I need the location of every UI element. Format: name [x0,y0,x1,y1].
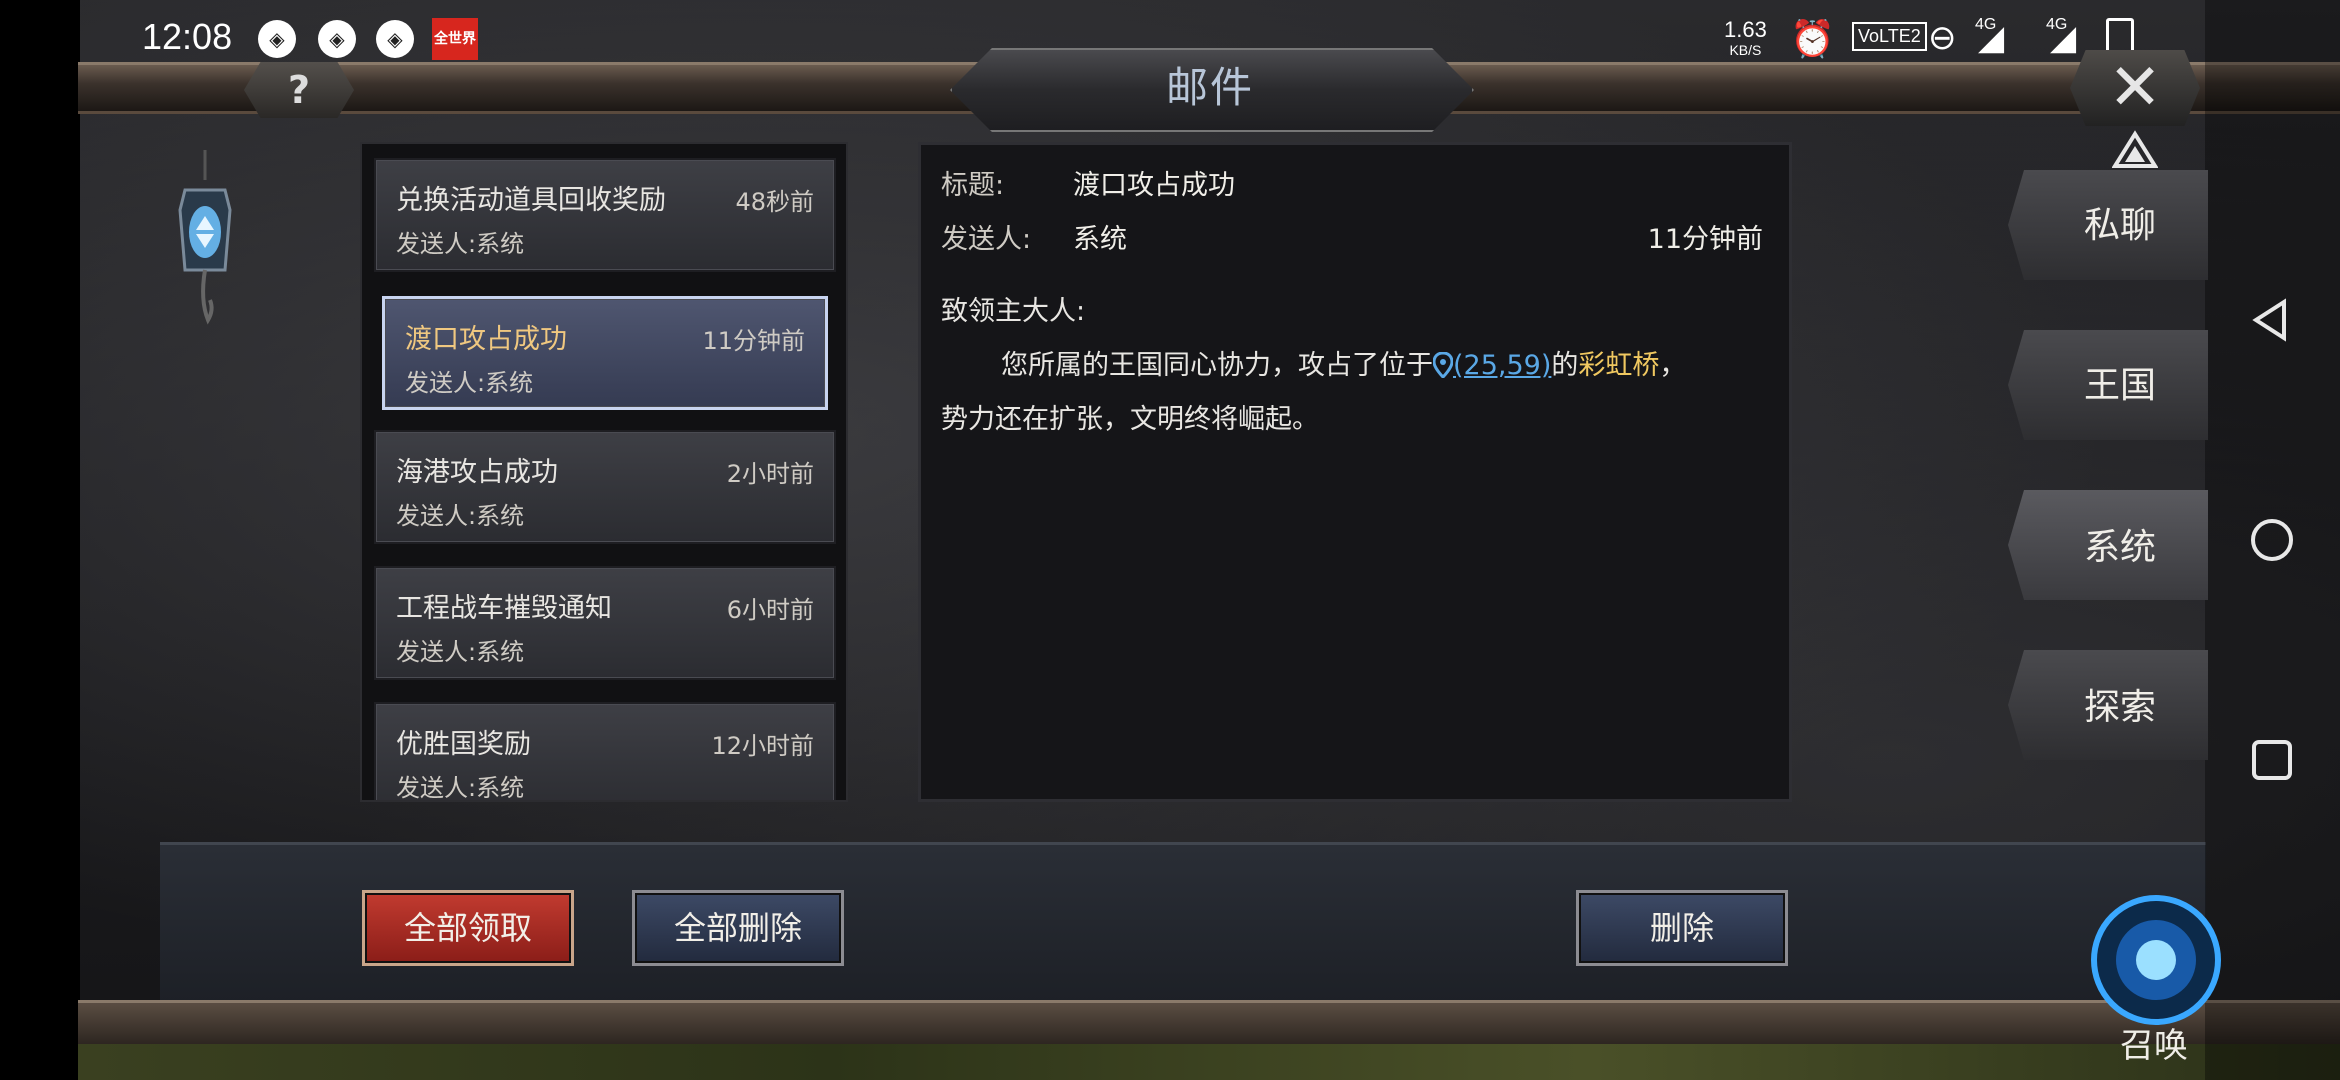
signal-icon: ◢ [1978,19,2005,57]
dnd-icon: ⊖ [1928,19,1957,57]
mail-sender: 发送人:系统 [405,369,534,397]
lantern-icon [178,150,232,325]
sender-label: 发送人: [941,224,1032,255]
mail-list-item[interactable]: 兑换活动道具回收奖励 48秒前 发送人:系统 [374,158,836,272]
page-title: 邮件 [1165,63,1254,112]
coords-text: (25,59) [1453,350,1552,381]
mail-time: 2小时前 [726,460,814,488]
mail-sender: 发送人:系统 [396,230,525,258]
mail-list-item-selected[interactable]: 渡口攻占成功 11分钟前 发送人:系统 [382,296,828,410]
subject-value: 渡口攻占成功 [1073,170,1235,201]
place-name: 彩虹桥 [1578,350,1660,381]
mail-time: 48秒前 [735,188,814,216]
net-speed: 1.63 KB/S [1724,17,1767,59]
mail-title: 渡口攻占成功 [405,324,567,355]
claim-all-button[interactable]: 全部领取 [362,890,574,966]
body-suffix: ， [1659,350,1687,381]
map-ground-strip [78,1044,2340,1080]
body-prefix: 您所属的王国同心协力，攻占了位于 [1001,350,1433,381]
greeting-text: 致领主大人: [941,296,1086,327]
mail-list-item[interactable]: 工程战车摧毁通知 6小时前 发送人:系统 [374,566,836,680]
tab-label: 系统 [2083,527,2156,568]
mail-timestamp: 11分钟前 [1647,224,1763,255]
mail-time: 12小时前 [711,732,814,760]
volte-icon: VoLTE2 [1852,22,1927,51]
summon-label[interactable]: 召唤 [2120,1018,2188,1067]
app-notification-icon: ◈ [376,20,414,58]
news-app-icon: 全世界 [432,18,478,60]
mail-sender: 发送人:系统 [396,638,525,666]
delete-button[interactable]: 删除 [1576,890,1788,966]
nav-back-icon[interactable] [2248,296,2296,344]
alarm-icon: ⏰ [1790,18,1835,59]
tab-label: 探索 [2083,687,2156,728]
close-icon[interactable]: ✕ [2070,50,2200,126]
delete-all-button[interactable]: 全部删除 [632,890,844,966]
bottom-frame [78,1000,2340,1047]
mail-sender: 发送人:系统 [396,502,525,530]
nav-home-icon[interactable] [2248,516,2296,564]
summon-portal-icon[interactable] [2076,880,2236,1040]
mail-list[interactable]: 兑换活动道具回收奖励 48秒前 发送人:系统 渡口攻占成功 11分钟前 发送人:… [360,142,848,802]
tab-label: 王国 [2083,365,2156,406]
mail-body-line1: 您所属的王国同心协力，攻占了位于 (25,59)的彩虹桥， [1001,343,1686,382]
location-link[interactable]: (25,59) [1432,350,1552,381]
tab-label: 私聊 [2083,205,2156,246]
mail-time: 6小时前 [726,596,814,624]
mail-body-line2: 势力还在扩张，文明终将崛起。 [941,404,1319,435]
mail-time: 11分钟前 [702,327,805,355]
subject-label: 标题: [941,170,1005,201]
mail-title: 优胜国奖励 [396,729,531,760]
location-pin-icon [1432,351,1454,380]
sender-value: 系统 [1073,224,1127,255]
app-notification-icon: ◈ [258,20,296,58]
help-button[interactable]: ? [244,62,354,118]
warning-icon[interactable] [2112,130,2158,170]
mail-title: 工程战车摧毁通知 [396,593,612,624]
mail-list-item[interactable]: 优胜国奖励 12小时前 发送人:系统 [374,702,836,802]
mail-list-item[interactable]: 海港攻占成功 2小时前 发送人:系统 [374,430,836,544]
mail-detail-panel: 标题: 渡口攻占成功 发送人: 系统 11分钟前 致领主大人: 您所属的王国同心… [918,142,1792,802]
mail-title: 海港攻占成功 [396,457,558,488]
body-mid: 的 [1551,350,1579,381]
app-notification-icon: ◈ [318,20,356,58]
status-time: 12:08 [142,16,233,57]
left-letterbox [0,0,80,1080]
nav-recent-icon[interactable] [2248,736,2296,784]
mail-sender: 发送人:系统 [396,774,525,802]
mail-title: 兑换活动道具回收奖励 [396,185,666,216]
